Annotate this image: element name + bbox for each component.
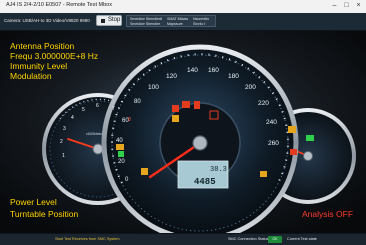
lamp-icon	[141, 168, 148, 175]
speed-tick: 240	[266, 119, 277, 126]
tpms-icon	[118, 151, 124, 157]
rpm-unit: x1000r/min	[86, 132, 102, 136]
close-icon[interactable]: ×	[354, 1, 363, 11]
turn-signal-icon	[306, 135, 314, 141]
speed-tick: 260	[268, 140, 279, 147]
speed-tick: 180	[228, 73, 239, 80]
oil-warning-icon	[290, 149, 297, 155]
analysis-status: Analysis OFF	[302, 209, 354, 219]
rpm-tick: 4	[71, 115, 74, 121]
title-bar: AJ4 IS 2/4-2/10 E0507 - Remote Test Mbox…	[0, 0, 366, 14]
camera-view: 0 20 40 60 80 100 120 140 160 180 200 22…	[0, 31, 366, 233]
status-bar: Start Test Receives from SMC System SMC …	[0, 233, 366, 245]
fuel-warning-icon	[116, 144, 124, 150]
power-level-label: Power Level	[10, 197, 57, 207]
speed-tick: 80	[134, 99, 141, 105]
status-item: Smeidiwr Sbendiedt	[130, 17, 162, 21]
rpm-tick: 1	[62, 153, 65, 159]
camera-label: Camera: USB/AH-to 3D Video/V8820 9990	[4, 18, 90, 23]
status-item: Nsonmitto	[193, 17, 210, 21]
brake-warning-icon	[172, 105, 179, 112]
modulation-label: Modulation	[10, 71, 52, 81]
turntable-position-label: Turntable Position	[10, 209, 79, 219]
airbag-warning-icon	[182, 101, 190, 108]
stop-button-label: Stop	[108, 17, 121, 23]
stop-button[interactable]: Stop	[96, 15, 122, 26]
speed-tick: 160	[208, 67, 219, 74]
stop-icon	[101, 19, 105, 23]
connection-label: SMC Connection Status	[228, 237, 269, 241]
seatbelt-warning-icon	[194, 101, 200, 109]
check-engine-icon	[172, 115, 179, 122]
immunity-level-label: Immunity Level	[10, 61, 68, 71]
rpm-tick: 2	[60, 139, 63, 145]
headlight-icon	[288, 126, 296, 133]
status-panel: Smeidiwr Sbendiedt SMAT Mlaaw Nsonmitto …	[126, 15, 216, 27]
lcd-bottom-readout: 4485	[194, 177, 216, 187]
rpm-tick: 6	[96, 103, 99, 109]
window-title: AJ4 IS 2/4-2/10 E0507 - Remote Test Mbox	[6, 2, 112, 8]
toolbar: Camera: USB/AH-to 3D Video/V8820 9990 St…	[0, 13, 366, 31]
frequency-label: Frequ 3.000000E+8 Hz	[10, 51, 99, 61]
speed-tick: 200	[245, 84, 256, 91]
speed-tick: 20	[118, 159, 125, 165]
status-item: SInrilo t	[193, 22, 206, 26]
speed-tick: 40	[116, 138, 123, 144]
minimize-icon[interactable]: –	[330, 1, 339, 11]
speed-tick: 220	[258, 100, 269, 107]
status-item: Mapssure	[167, 22, 183, 26]
speed-tick: 120	[166, 73, 177, 80]
test-state-label: Current Test state	[287, 237, 317, 241]
status-item: SMAT Mlaaw	[167, 17, 189, 21]
status-message: Start Test Receives from SMC System	[55, 237, 120, 241]
lcd-top-readout: 38.3	[210, 166, 227, 174]
antenna-position-label: Antenna Position	[10, 41, 75, 51]
rpm-tick: 8	[128, 117, 131, 123]
rpm-tick: 3	[63, 126, 66, 132]
maximize-icon[interactable]: □	[342, 1, 351, 11]
connection-status-indicator: OK	[268, 236, 282, 243]
speed-tick: 100	[148, 84, 159, 91]
rpm-tick: 7	[112, 106, 115, 112]
eco-icon	[260, 171, 267, 177]
rpm-tick: 5	[82, 107, 85, 113]
speed-tick: 140	[187, 67, 198, 74]
status-item: Smeidiwr Sbendier	[130, 22, 161, 26]
